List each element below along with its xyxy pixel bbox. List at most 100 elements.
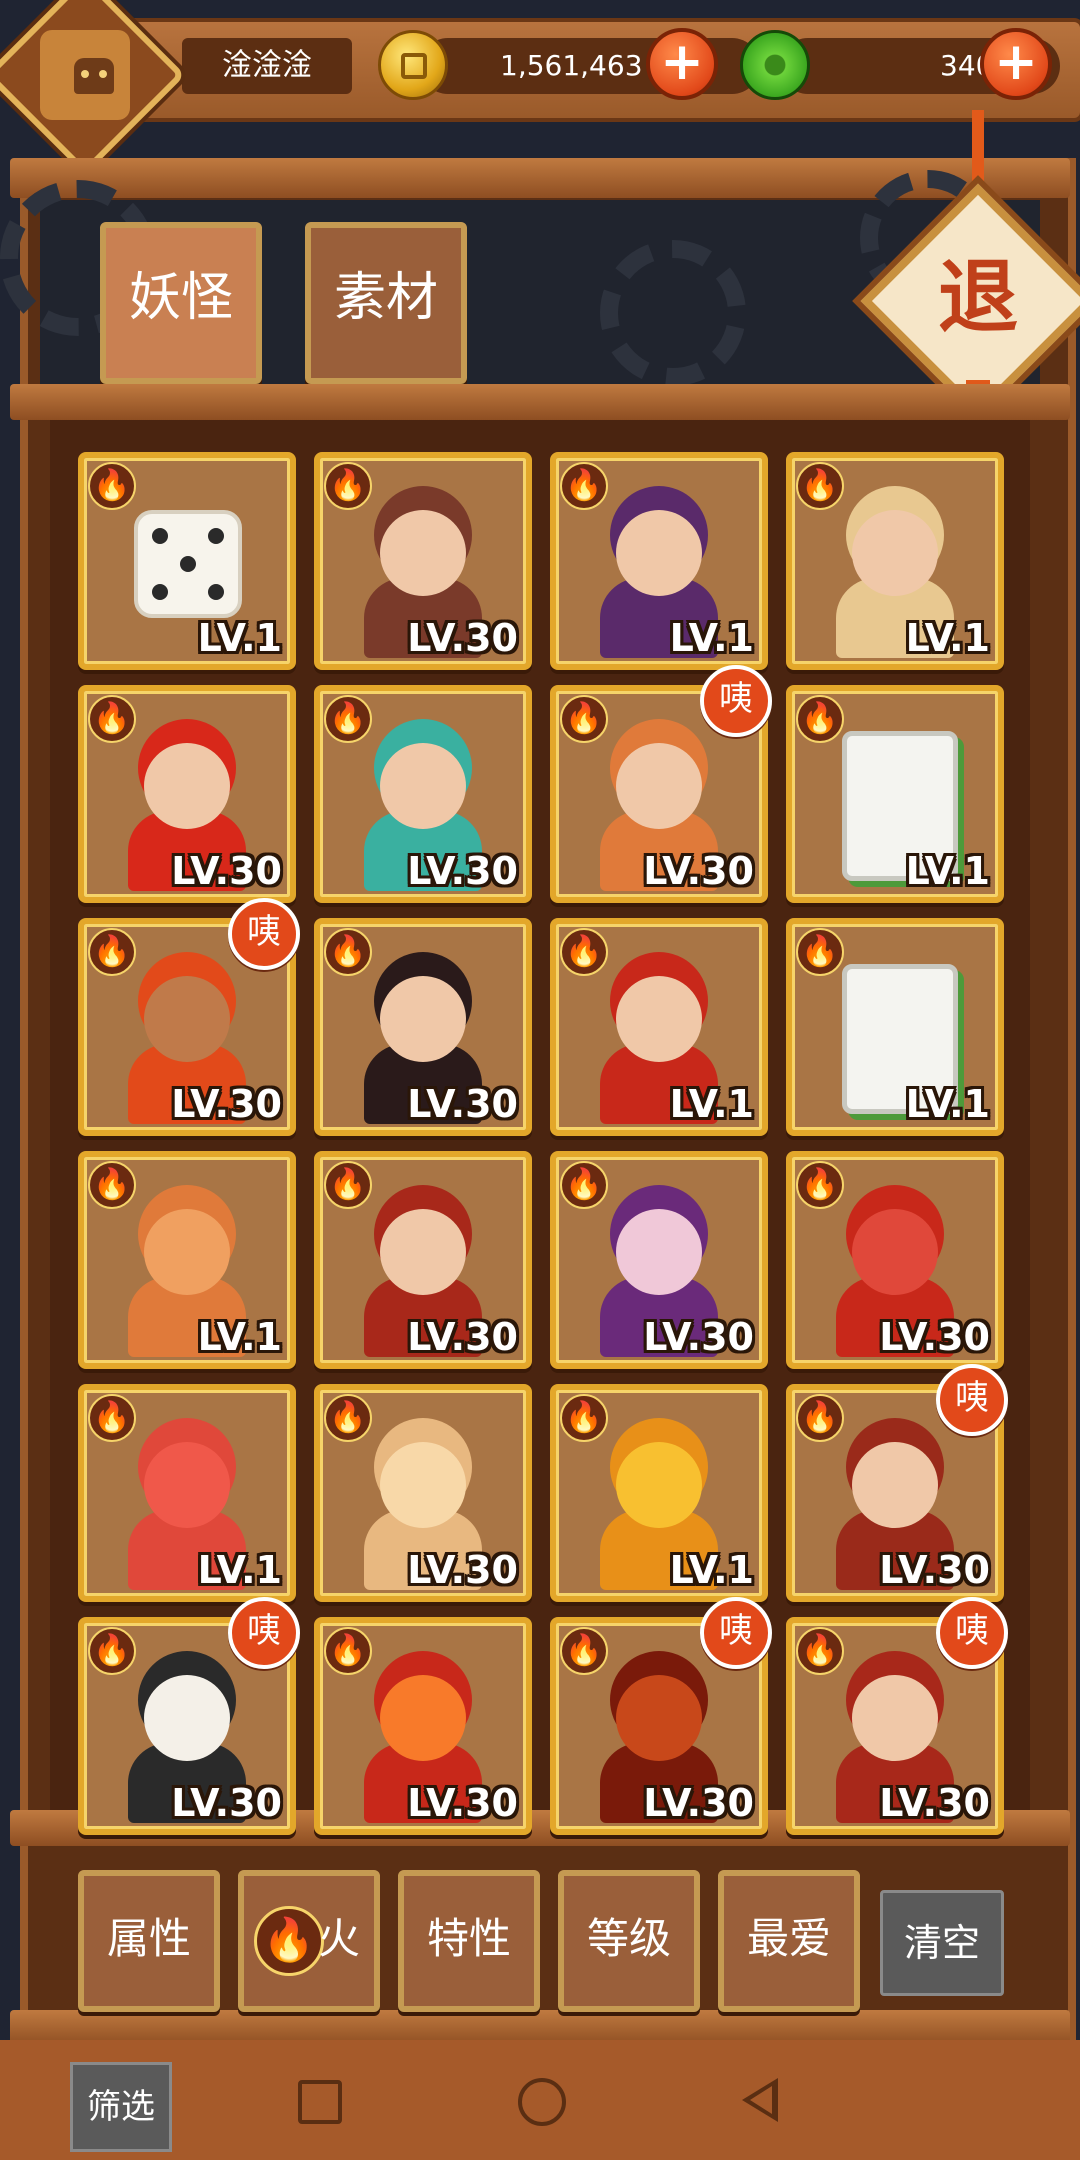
- screen-filter-button[interactable]: 筛选: [70, 2062, 172, 2152]
- fire-icon: 🔥: [88, 1161, 136, 1209]
- yokai-card[interactable]: 🔥 LV.1: [786, 452, 1004, 670]
- portrait-head: [380, 743, 466, 829]
- card-level: LV.1: [669, 616, 754, 660]
- player-name: 淦淦淦: [182, 38, 352, 94]
- fire-icon: 🔥: [796, 695, 844, 743]
- fire-icon: 🔥: [796, 1161, 844, 1209]
- filter-trait-button[interactable]: 特性: [398, 1870, 540, 2012]
- card-level: LV.30: [879, 1315, 990, 1359]
- card-level: LV.30: [407, 1548, 518, 1592]
- new-badge: 咦: [936, 1364, 1008, 1436]
- portrait-head: [616, 976, 702, 1062]
- fire-icon: 🔥: [324, 462, 372, 510]
- home-icon[interactable]: [518, 2078, 566, 2126]
- dice-art: [134, 510, 242, 618]
- new-badge: 咦: [936, 1597, 1008, 1669]
- tab-yokai[interactable]: 妖怪: [100, 222, 262, 384]
- fire-icon: 🔥: [324, 695, 372, 743]
- yokai-card[interactable]: 🔥 LV.1: [78, 1384, 296, 1602]
- fire-icon: 🔥: [88, 928, 136, 976]
- card-level: LV.1: [905, 616, 990, 660]
- portrait-head: [144, 743, 230, 829]
- card-level: LV.30: [879, 1781, 990, 1825]
- card-level: LV.1: [197, 1548, 282, 1592]
- fire-icon: 🔥: [560, 1627, 608, 1675]
- fire-icon: 🔥: [88, 695, 136, 743]
- yokai-card[interactable]: 🔥 LV.1: [78, 1151, 296, 1369]
- yokai-card[interactable]: 🔥 LV.30: [314, 452, 532, 670]
- yokai-card[interactable]: 🔥 LV.30: [314, 1384, 532, 1602]
- filter-favorite-button[interactable]: 最爱: [718, 1870, 860, 2012]
- yokai-card[interactable]: 🔥 LV.1: [550, 1384, 768, 1602]
- add-coins-button[interactable]: +: [646, 28, 718, 100]
- card-level: LV.1: [669, 1082, 754, 1126]
- card-level: LV.1: [905, 1082, 990, 1126]
- portrait-head: [616, 743, 702, 829]
- fire-icon: 🔥: [324, 1627, 372, 1675]
- yokai-card[interactable]: 🔥 LV.1: [78, 452, 296, 670]
- new-badge: 咦: [700, 1597, 772, 1669]
- yokai-card[interactable]: 🔥 LV.30: [314, 1151, 532, 1369]
- card-level: LV.1: [197, 1315, 282, 1359]
- yokai-card[interactable]: 🔥 LV.1: [786, 685, 1004, 903]
- card-level: LV.1: [197, 616, 282, 660]
- yokai-card[interactable]: 🔥 LV.1: [550, 452, 768, 670]
- card-level: LV.30: [171, 849, 282, 893]
- portrait-head: [144, 1209, 230, 1295]
- yokai-card[interactable]: 🔥 LV.30: [550, 1151, 768, 1369]
- card-level: LV.30: [407, 1781, 518, 1825]
- portrait-head: [144, 976, 230, 1062]
- fire-icon: 🔥: [560, 462, 608, 510]
- portrait-head: [852, 1442, 938, 1528]
- card-level: LV.30: [643, 1781, 754, 1825]
- tab-materials[interactable]: 素材: [305, 222, 467, 384]
- fire-icon: 🔥: [324, 1394, 372, 1442]
- yokai-card[interactable]: 🔥 LV.1: [786, 918, 1004, 1136]
- portrait-head: [380, 1209, 466, 1295]
- avatar-mask-icon: [39, 30, 130, 121]
- yokai-card[interactable]: 🔥 LV.30: [786, 1151, 1004, 1369]
- card-level: LV.30: [171, 1082, 282, 1126]
- clear-button[interactable]: 清空: [880, 1890, 1004, 1996]
- portrait-head: [852, 1209, 938, 1295]
- yokai-card[interactable]: 🔥 LV.30: [314, 1617, 532, 1835]
- add-jade-button[interactable]: +: [980, 28, 1052, 100]
- yokai-card[interactable]: 🔥 LV.1: [550, 918, 768, 1136]
- fire-icon: 🔥: [88, 462, 136, 510]
- coin-value: 1,561,463: [500, 49, 643, 82]
- filter-attribute-button[interactable]: 属性: [78, 1870, 220, 2012]
- fire-icon: 🔥: [796, 928, 844, 976]
- portrait-head: [616, 1209, 702, 1295]
- resource-bar: 淦淦淦 1,561,463 + 340 +: [96, 18, 1080, 122]
- portrait-head: [852, 510, 938, 596]
- yokai-card[interactable]: 🔥 LV.30: [314, 685, 532, 903]
- card-level: LV.30: [407, 1082, 518, 1126]
- filter-fire-button[interactable]: 🔥 火: [238, 1870, 380, 2012]
- fire-icon: 🔥: [324, 928, 372, 976]
- top-bar: 淦淦淦 1,561,463 + 340 +: [0, 0, 1080, 176]
- back-icon[interactable]: [742, 2078, 778, 2122]
- card-level: LV.30: [407, 616, 518, 660]
- coin-icon: [378, 30, 448, 100]
- portrait-head: [616, 1675, 702, 1761]
- fire-icon: 🔥: [324, 1161, 372, 1209]
- fire-icon: 🔥: [560, 1394, 608, 1442]
- fire-icon: 🔥: [560, 928, 608, 976]
- filter-fire-label: 火: [318, 1914, 361, 1963]
- new-badge: 咦: [228, 898, 300, 970]
- filter-level-button[interactable]: 等级: [558, 1870, 700, 2012]
- portrait-head: [380, 976, 466, 1062]
- recent-apps-icon[interactable]: [298, 2080, 342, 2124]
- portrait-head: [852, 1675, 938, 1761]
- yokai-card[interactable]: 🔥 LV.30: [78, 685, 296, 903]
- rail-upper: [10, 384, 1070, 420]
- card-level: LV.30: [879, 1548, 990, 1592]
- fire-icon: 🔥: [88, 1394, 136, 1442]
- yokai-card[interactable]: 🔥 LV.30: [314, 918, 532, 1136]
- portrait-head: [380, 1442, 466, 1528]
- fire-icon: 🔥: [796, 1627, 844, 1675]
- fire-icon: 🔥: [88, 1627, 136, 1675]
- card-level: LV.1: [669, 1548, 754, 1592]
- portrait-head: [144, 1442, 230, 1528]
- portrait-head: [616, 510, 702, 596]
